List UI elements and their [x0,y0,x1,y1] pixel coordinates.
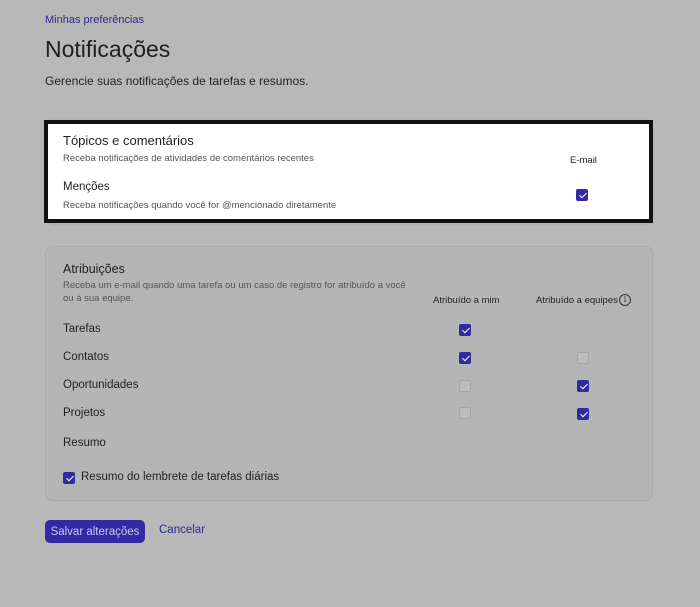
cancel-button[interactable]: Cancelar [159,524,205,536]
assignments-title: Atribuições [63,262,125,276]
contatos-me-checkbox[interactable] [459,352,471,364]
info-icon[interactable]: i [619,294,631,306]
topics-description: Receba notificações de atividades de com… [63,153,314,164]
row-label-contatos: Contatos [63,351,110,363]
contatos-teams-checkbox[interactable] [577,352,589,364]
row-label-tarefas: Tarefas [63,323,101,335]
topics-card: Tópicos e comentários Receba notificaçõe… [44,120,653,223]
oportunidades-teams-checkbox[interactable] [577,380,589,392]
page-subtitle: Gerencie suas notificações de tarefas e … [45,74,309,88]
oportunidades-me-checkbox[interactable] [459,380,471,392]
row-label-projetos: Projetos [63,407,106,419]
summary-title: Resumo [63,437,106,449]
mentions-description: Receba notificações quando você for @men… [63,200,337,211]
page-title: Notificações [45,36,171,62]
daily-summary-checkbox[interactable] [63,472,75,484]
assignments-card: Atribuições Receba um e-mail quando uma … [45,246,653,501]
projetos-me-checkbox[interactable] [459,407,471,419]
assigned-to-teams-header: Atribuído a equipes [536,295,618,306]
assignments-description-line2: ou à sua equipe. [63,293,134,304]
row-label-oportunidades: Oportunidades [63,379,139,391]
mentions-title: Menções [63,181,110,193]
email-column-header: E-mail [570,155,597,166]
assignments-description-line1: Receba um e-mail quando uma tarefa ou um… [63,280,406,291]
daily-summary-label[interactable]: Resumo do lembrete de tarefas diárias [81,471,279,483]
mentions-email-checkbox[interactable] [576,189,588,201]
projetos-teams-checkbox[interactable] [577,408,589,420]
breadcrumb-link[interactable]: Minhas preferências [45,14,144,26]
assigned-to-me-header: Atribuído a mim [433,295,500,306]
tarefas-me-checkbox[interactable] [459,324,471,336]
save-button[interactable]: Salvar alterações [45,520,145,543]
topics-title: Tópicos e comentários [63,133,194,148]
